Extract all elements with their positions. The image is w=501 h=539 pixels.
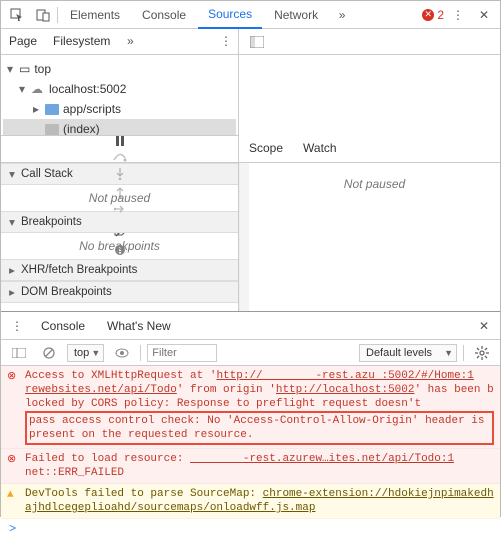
tree-folder[interactable]: ▸app/scripts xyxy=(3,99,236,119)
drawer-tabbar: ⋮ Console What's New ✕ xyxy=(1,312,500,340)
sources-body: ▾▭top ▾☁localhost:5002 ▸app/scripts (ind… xyxy=(1,55,500,135)
message-text: Access to XMLHttpRequest at 'http:// -re… xyxy=(25,369,494,445)
error-icon: ⊗ xyxy=(7,453,19,480)
device-toggle-icon[interactable] xyxy=(31,3,55,27)
error-count: 2 xyxy=(437,8,444,22)
tab-elements[interactable]: Elements xyxy=(60,2,130,28)
section-xhr-bp[interactable]: ▸XHR/fetch Breakpoints xyxy=(1,259,238,281)
show-navigator-icon[interactable] xyxy=(245,30,269,54)
message-text: DevTools failed to parse SourceMap: chro… xyxy=(25,487,494,515)
message-text: Failed to load resource: -rest.azurew…it… xyxy=(25,452,454,480)
clear-console-icon[interactable] xyxy=(37,341,61,365)
close-drawer-icon[interactable]: ✕ xyxy=(472,314,496,338)
context-selector[interactable]: top▼ xyxy=(67,344,104,362)
chevron-right-icon: ▸ xyxy=(7,285,17,299)
folder-icon xyxy=(45,104,59,115)
sources-subrow: Page Filesystem » ⋮ xyxy=(1,29,500,55)
error-count-badge[interactable]: ✕2 xyxy=(422,8,444,22)
kebab-menu-icon[interactable]: ⋮ xyxy=(446,3,470,27)
console-error-cors: ⊗ Access to XMLHttpRequest at 'http:// -… xyxy=(1,366,500,449)
tab-filesystem[interactable]: Filesystem xyxy=(45,29,118,54)
console-toolbar: top▼ Default levels▼ xyxy=(1,340,500,366)
pause-icon[interactable] xyxy=(108,136,132,146)
sections-scrollbar[interactable] xyxy=(239,163,249,311)
separator xyxy=(57,7,58,23)
eye-icon[interactable] xyxy=(110,341,134,365)
tab-drawer-console[interactable]: Console xyxy=(31,313,95,339)
tree-file[interactable]: (index) xyxy=(3,119,236,135)
file-tree: ▾▭top ▾☁localhost:5002 ▸app/scripts (ind… xyxy=(1,55,238,135)
close-icon[interactable]: ✕ xyxy=(472,3,496,27)
debug-toolbar xyxy=(1,135,239,163)
error-icon: ⊗ xyxy=(7,370,19,445)
debug-scope-row: Scope Watch xyxy=(1,135,500,163)
step-out-icon[interactable] xyxy=(108,186,132,198)
step-over-icon[interactable] xyxy=(108,152,132,162)
scope-empty: Not paused xyxy=(249,163,500,197)
section-breakpoints[interactable]: ▾Breakpoints xyxy=(1,211,238,233)
inspect-icon[interactable] xyxy=(5,3,29,27)
sidebar-toggle-icon[interactable] xyxy=(7,341,31,365)
window-icon: ▭ xyxy=(19,60,30,78)
more-page-tabs-icon[interactable]: » xyxy=(118,29,142,53)
section-dom-bp[interactable]: ▸DOM Breakpoints xyxy=(1,281,238,303)
more-tabs-icon[interactable]: » xyxy=(330,3,354,27)
step-icon[interactable] xyxy=(108,204,132,214)
tree-top[interactable]: ▾▭top xyxy=(3,59,236,79)
debug-body: ▾Call Stack Not paused ▾Breakpoints No b… xyxy=(1,163,500,311)
chevron-down-icon: ▼ xyxy=(91,348,100,358)
tab-network[interactable]: Network xyxy=(264,2,328,28)
tab-drawer-whatsnew[interactable]: What's New xyxy=(97,313,181,339)
step-into-icon[interactable] xyxy=(108,168,132,180)
kebab-page-icon[interactable]: ⋮ xyxy=(214,29,238,53)
tab-console[interactable]: Console xyxy=(132,2,196,28)
separator xyxy=(463,345,464,361)
chevron-right-icon: ▸ xyxy=(7,263,17,277)
chevron-down-icon: ▼ xyxy=(444,348,453,358)
filter-input[interactable] xyxy=(147,344,217,362)
console-warning-sourcemap: ▲ DevTools failed to parse SourceMap: ch… xyxy=(1,484,500,519)
tab-page[interactable]: Page xyxy=(1,29,45,54)
levels-selector[interactable]: Default levels▼ xyxy=(359,344,457,362)
drawer: ⋮ Console What's New ✕ top▼ Default leve… xyxy=(1,311,500,539)
file-icon xyxy=(45,124,59,135)
console-messages: ⊗ Access to XMLHttpRequest at 'http:// -… xyxy=(1,366,500,519)
chevron-down-icon: ▾ xyxy=(7,215,17,229)
chevron-down-icon: ▾ xyxy=(7,167,17,181)
tab-sources[interactable]: Sources xyxy=(198,1,262,29)
cloud-icon: ☁ xyxy=(31,80,45,98)
tab-watch[interactable]: Watch xyxy=(293,135,347,162)
gear-icon[interactable] xyxy=(470,341,494,365)
console-prompt[interactable]: > xyxy=(1,519,500,539)
separator xyxy=(140,345,141,361)
breakpoints-empty: No breakpoints xyxy=(1,233,238,259)
kebab-drawer-icon[interactable]: ⋮ xyxy=(5,314,29,338)
warning-icon: ▲ xyxy=(7,488,19,515)
tree-host[interactable]: ▾☁localhost:5002 xyxy=(3,79,236,99)
main-tabbar: Elements Console Sources Network » ✕2 ⋮ … xyxy=(1,1,500,29)
console-error-load: ⊗ Failed to load resource: -rest.azurew…… xyxy=(1,449,500,484)
tab-scope[interactable]: Scope xyxy=(239,135,293,162)
